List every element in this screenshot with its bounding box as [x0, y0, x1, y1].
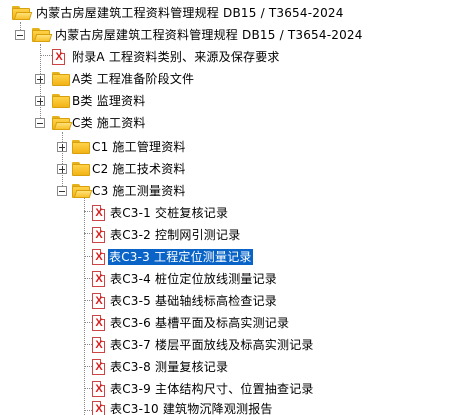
folder-open-icon: [12, 6, 33, 20]
tree-node-label: 表C3-10 建筑物沉降观测报告: [110, 402, 273, 415]
tree-node-label: 表C3-7 楼层平面放线及标高实测记录: [110, 338, 314, 352]
document-x-icon: X: [92, 293, 105, 309]
folder-open-icon: [52, 116, 73, 130]
tree-node-label: 表C3-5 基础轴线标高检查记录: [110, 294, 277, 308]
tree-node-c3-9[interactable]: X 表C3-9 主体结构尺寸、位置抽查记录: [0, 378, 456, 400]
tree-node-c3-1[interactable]: X 表C3-1 交桩复核记录: [0, 202, 456, 224]
tree-node-c3-2[interactable]: X 表C3-2 控制网引测记录: [0, 224, 456, 246]
document-x-icon: X: [92, 315, 105, 331]
folder-icon: [72, 140, 91, 154]
tree-node-label: 内蒙古房屋建筑工程资料管理规程 DB15 / T3654-2024: [55, 28, 363, 42]
tree-node-class-b[interactable]: B类 监理资料: [0, 90, 456, 112]
tree-node-appendix-a[interactable]: X 附录A 工程资料类别、来源及保存要求: [0, 46, 456, 68]
collapse-toggle-icon[interactable]: [15, 30, 25, 40]
tree-node-label: B类 监理资料: [72, 94, 146, 108]
tree-node-c2[interactable]: C2 施工技术资料: [0, 158, 456, 180]
document-x-icon: X: [92, 227, 105, 243]
tree-node-class-a[interactable]: A类 工程准备阶段文件: [0, 68, 456, 90]
document-x-icon: X: [92, 381, 105, 397]
expand-toggle-icon[interactable]: [57, 164, 67, 174]
tree-node-label: 表C3-2 控制网引测记录: [110, 228, 241, 242]
tree-node-label: C2 施工技术资料: [92, 162, 186, 176]
collapse-toggle-icon[interactable]: [35, 118, 45, 128]
folder-icon: [52, 72, 71, 86]
expand-toggle-icon[interactable]: [35, 74, 45, 84]
collapse-toggle-icon[interactable]: [57, 186, 67, 196]
tree-node-standard[interactable]: 内蒙古房屋建筑工程资料管理规程 DB15 / T3654-2024: [0, 24, 456, 46]
tree-node-label: C类 施工资料: [72, 116, 146, 130]
tree-node-label: 表C3-9 主体结构尺寸、位置抽查记录: [110, 382, 314, 396]
document-x-icon: X: [92, 271, 105, 287]
tree-node-class-c[interactable]: C类 施工资料: [0, 112, 456, 134]
tree-node-c3-10[interactable]: X 表C3-10 建筑物沉降观测报告: [0, 398, 456, 415]
tree-node-label: 附录A 工程资料类别、来源及保存要求: [72, 50, 280, 64]
tree-node-root[interactable]: 内蒙古房屋建筑工程资料管理规程 DB15 / T3654-2024: [0, 2, 456, 24]
tree-node-label: 表C3-3 工程定位测量记录: [107, 248, 254, 266]
tree-node-c1[interactable]: C1 施工管理资料: [0, 136, 456, 158]
document-x-icon: X: [92, 401, 105, 415]
document-x-icon: X: [92, 359, 105, 375]
file-tree: 内蒙古房屋建筑工程资料管理规程 DB15 / T3654-2024 内蒙古房屋建…: [0, 0, 456, 415]
document-x-icon: X: [92, 205, 105, 221]
tree-node-label: 表C3-8 测量复核记录: [110, 360, 229, 374]
tree-node-label: 表C3-1 交桩复核记录: [110, 206, 229, 220]
folder-open-icon: [72, 184, 93, 198]
tree-node-label: 内蒙古房屋建筑工程资料管理规程 DB15 / T3654-2024: [36, 6, 344, 20]
document-x-icon: X: [92, 249, 105, 265]
tree-node-c3[interactable]: C3 施工测量资料: [0, 180, 456, 202]
folder-icon: [52, 94, 71, 108]
tree-node-label: A类 工程准备阶段文件: [72, 72, 195, 86]
tree-node-c3-4[interactable]: X 表C3-4 桩位定位放线测量记录: [0, 268, 456, 290]
expand-toggle-icon[interactable]: [35, 96, 45, 106]
tree-node-label: C1 施工管理资料: [92, 140, 186, 154]
document-x-icon: X: [92, 337, 105, 353]
tree-node-label: 表C3-4 桩位定位放线测量记录: [110, 272, 277, 286]
document-x-icon: X: [52, 49, 65, 65]
tree-node-c3-8[interactable]: X 表C3-8 测量复核记录: [0, 356, 456, 378]
folder-open-icon: [32, 28, 53, 42]
folder-icon: [72, 162, 91, 176]
tree-node-c3-3[interactable]: X 表C3-3 工程定位测量记录: [0, 246, 456, 268]
tree-node-label: 表C3-6 基槽平面及标高实测记录: [110, 316, 290, 330]
tree-node-c3-7[interactable]: X 表C3-7 楼层平面放线及标高实测记录: [0, 334, 456, 356]
tree-node-c3-6[interactable]: X 表C3-6 基槽平面及标高实测记录: [0, 312, 456, 334]
tree-node-label: C3 施工测量资料: [92, 184, 186, 198]
tree-node-c3-5[interactable]: X 表C3-5 基础轴线标高检查记录: [0, 290, 456, 312]
expand-toggle-icon[interactable]: [57, 142, 67, 152]
